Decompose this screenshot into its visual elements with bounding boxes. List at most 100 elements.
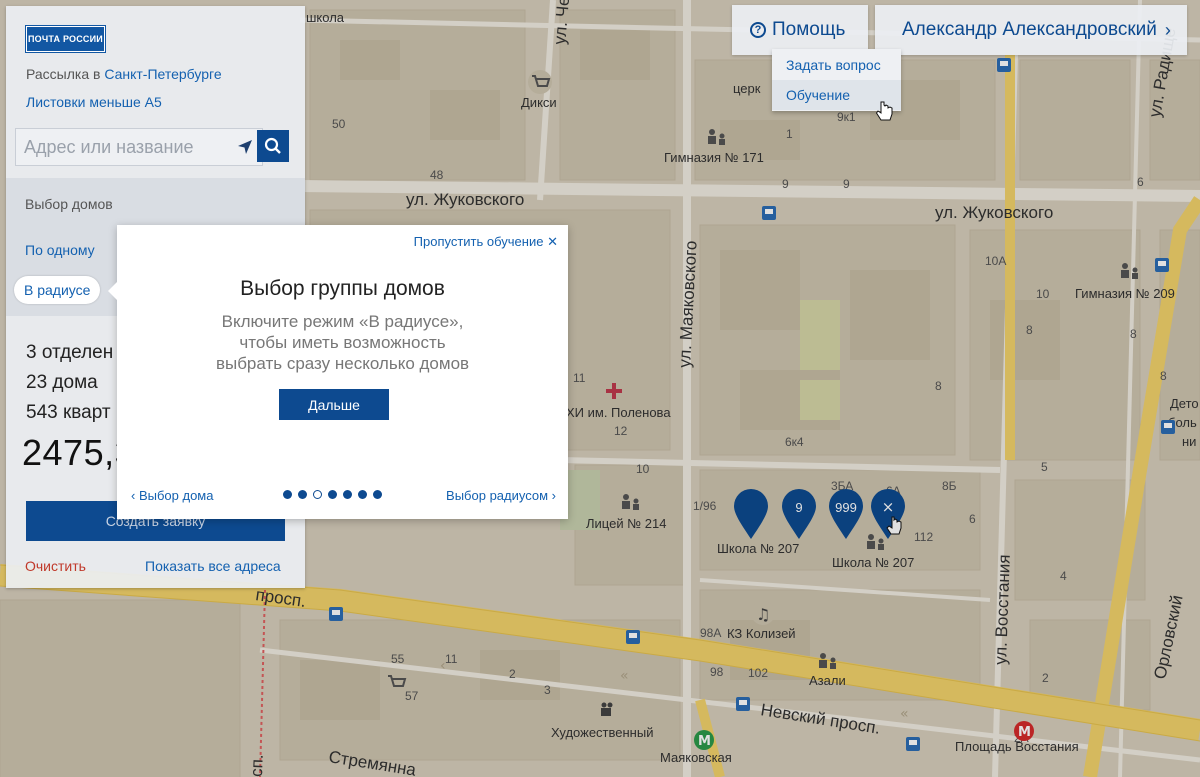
chevron-right-icon: › bbox=[548, 488, 556, 503]
prev-step-label: Выбор дома bbox=[138, 488, 214, 503]
question-icon: ? bbox=[750, 22, 766, 38]
user-name: Александр Александровский bbox=[902, 19, 1157, 40]
next-step-link[interactable]: Выбор радиусом › bbox=[446, 488, 556, 503]
mailing-location: Рассылка в Санкт-Петербурге bbox=[26, 66, 222, 82]
house-number: 12 bbox=[614, 424, 628, 438]
mode-one-by-one[interactable]: По одному bbox=[25, 242, 95, 258]
house-number: 6 bbox=[1137, 175, 1144, 189]
chevron-right-icon: › bbox=[1164, 19, 1171, 40]
house-number: 3 bbox=[544, 683, 551, 697]
svg-text:M: M bbox=[698, 734, 711, 749]
search-box bbox=[15, 128, 263, 166]
house-number: 11 bbox=[445, 652, 458, 666]
section-title: Выбор домов bbox=[25, 196, 113, 212]
house-number: 2 bbox=[509, 667, 516, 681]
poi-diksi: Дикси bbox=[521, 95, 557, 110]
skip-tutorial-link[interactable]: Пропустить обучение ✕ bbox=[414, 234, 558, 250]
city-link[interactable]: Санкт-Петербурге bbox=[104, 66, 221, 82]
search-button[interactable] bbox=[257, 130, 289, 162]
house-number: 10А bbox=[985, 254, 1006, 268]
house-number: 10 bbox=[1036, 287, 1050, 301]
close-icon: ✕ bbox=[547, 234, 558, 249]
popup-arrow bbox=[108, 282, 117, 300]
search-input[interactable] bbox=[24, 129, 234, 165]
music-icon: ♫ bbox=[751, 601, 775, 625]
step-dot[interactable] bbox=[373, 490, 382, 499]
poi-gymnasium-209: Гимназия № 209 bbox=[1075, 286, 1175, 301]
house-number: 98А bbox=[700, 626, 721, 640]
locate-icon[interactable] bbox=[236, 138, 254, 156]
house-number: 98 bbox=[710, 665, 724, 679]
step-dot[interactable] bbox=[343, 490, 352, 499]
poi-deto: Дето bbox=[1170, 396, 1199, 411]
skip-label: Пропустить обучение bbox=[413, 234, 544, 249]
poi-azali: Азали bbox=[809, 673, 846, 688]
step-dot[interactable] bbox=[298, 490, 307, 499]
house-number: 4 bbox=[1060, 569, 1067, 583]
house-number: 9 bbox=[782, 177, 789, 191]
house-number: 6к4 bbox=[785, 435, 804, 449]
house-number: 2 bbox=[1042, 671, 1049, 685]
house-number: 9 bbox=[843, 177, 850, 191]
svg-text:«: « bbox=[900, 706, 909, 722]
house-number: 50 bbox=[332, 117, 346, 131]
house-number: 1/96 bbox=[693, 499, 717, 513]
house-number: 1 bbox=[786, 127, 793, 141]
poi-church: церк bbox=[733, 81, 761, 96]
tutorial-line: Включите режим «В радиусе», bbox=[221, 312, 464, 331]
hand-cursor-icon bbox=[876, 101, 893, 121]
house-number: 8 bbox=[935, 379, 942, 393]
stat-houses: 23 дома bbox=[26, 372, 98, 393]
help-label: Помощь bbox=[772, 19, 846, 40]
show-all-addresses-link[interactable]: Показать все адреса bbox=[145, 558, 281, 574]
house-number: 57 bbox=[405, 689, 419, 703]
next-step-label: Выбор радиусом bbox=[446, 488, 549, 503]
mailing-prefix: Рассылка в bbox=[26, 66, 101, 82]
street-zhukovskogo-left: ул. Жуковского bbox=[406, 190, 524, 209]
mode-radius[interactable]: В радиусе bbox=[14, 276, 101, 304]
street-vosstaniya: ул. Восстания bbox=[991, 554, 1014, 665]
prev-step-link[interactable]: ‹ Выбор дома bbox=[131, 488, 213, 503]
shop-icon bbox=[528, 70, 552, 94]
step-indicator bbox=[283, 490, 382, 499]
poi-gymnasium-171: Гимназия № 171 bbox=[664, 150, 764, 165]
help-button[interactable]: ? Помощь bbox=[732, 5, 868, 55]
clear-link[interactable]: Очистить bbox=[25, 558, 86, 574]
product-type-link[interactable]: Листовки меньше А5 bbox=[26, 94, 162, 110]
menu-item-ask-question[interactable]: Задать вопрос bbox=[772, 50, 901, 80]
app-root: « « ‹ ул. Жуковского ул. Жуковского ул. … bbox=[0, 0, 1200, 777]
close-icon: × bbox=[882, 498, 895, 516]
stat-offices: 3 отделен bbox=[26, 342, 114, 363]
logo[interactable]: ПОЧТА РОССИИ bbox=[25, 25, 106, 53]
house-number: 10 bbox=[636, 462, 650, 476]
poi-lyceum-214: Лицей № 214 bbox=[586, 516, 666, 531]
tutorial-title: Выбор группы домов bbox=[240, 277, 445, 300]
poi-school-top: школа bbox=[306, 10, 345, 25]
tutorial-line: выбрать сразу несколько домов bbox=[215, 354, 470, 373]
user-menu-button[interactable]: Александр Александровский › bbox=[875, 5, 1187, 55]
house-number: 8Б bbox=[942, 479, 957, 493]
house-number: 9к1 bbox=[837, 110, 856, 124]
house-number: 8 bbox=[1160, 369, 1167, 383]
house-number: 112 bbox=[914, 530, 933, 544]
house-number: 55 bbox=[391, 652, 405, 666]
step-dot[interactable] bbox=[358, 490, 367, 499]
marker-label: 9 bbox=[795, 500, 802, 515]
tutorial-text: Включите режим «В радиусе», чтобы иметь … bbox=[167, 311, 518, 374]
poi-khudozhestvenny: Художественный bbox=[551, 725, 653, 740]
house-number: 8 bbox=[1026, 323, 1033, 337]
poi-coliseum: КЗ Колизей bbox=[727, 626, 796, 641]
poi-school-207-b: Школа № 207 bbox=[832, 555, 914, 570]
step-dot[interactable] bbox=[283, 490, 292, 499]
house-number: 102 bbox=[748, 666, 768, 680]
marker-label: 999 bbox=[835, 500, 857, 515]
step-dot[interactable] bbox=[328, 490, 337, 499]
house-number: 5 bbox=[1041, 460, 1048, 474]
next-button[interactable]: Дальше bbox=[279, 389, 389, 420]
svg-text:«: « bbox=[620, 668, 629, 684]
poi-ni: ни bbox=[1182, 434, 1196, 449]
tutorial-popup: Пропустить обучение ✕ Выбор группы домов… bbox=[108, 225, 568, 519]
step-dot[interactable] bbox=[313, 490, 322, 499]
shop-icon bbox=[384, 670, 408, 694]
svg-text:♫: ♫ bbox=[756, 605, 770, 624]
